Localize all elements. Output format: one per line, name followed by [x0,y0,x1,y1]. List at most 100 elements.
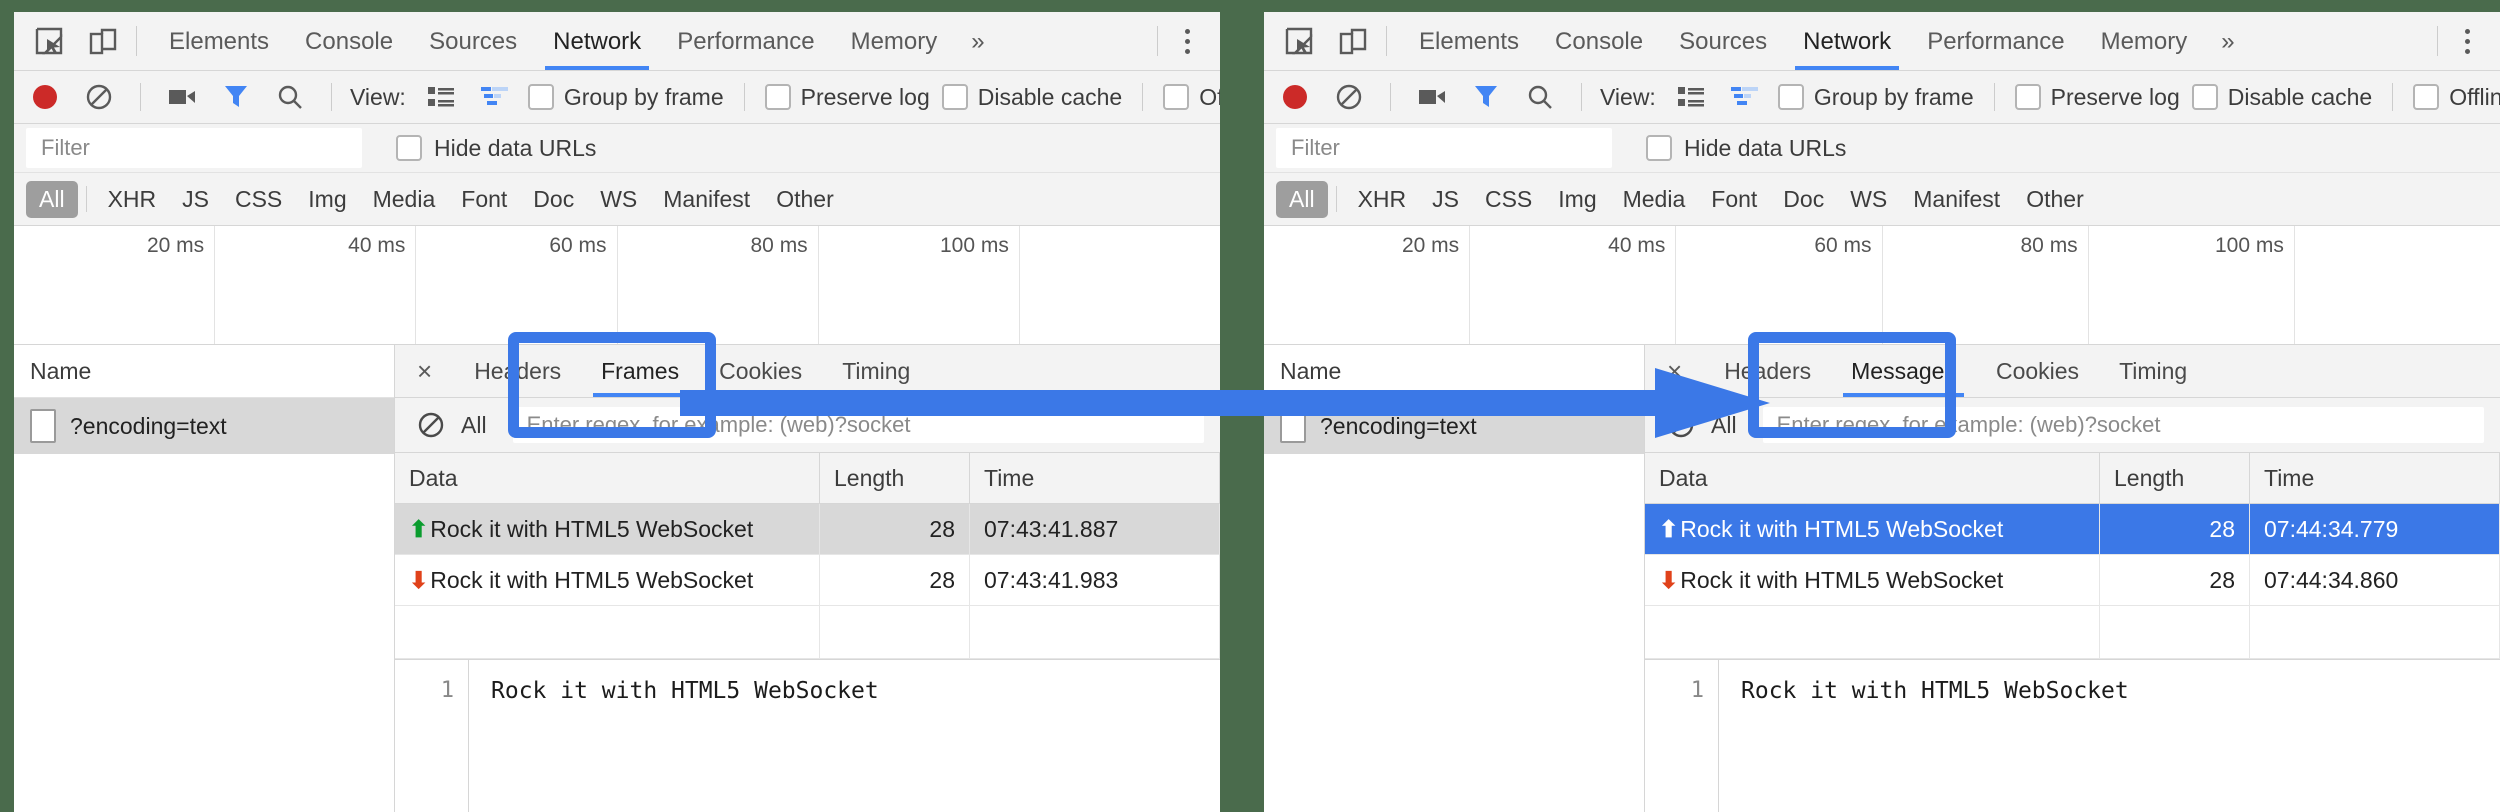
type-filter-all[interactable]: All [1276,181,1328,218]
devtools-tab-elements[interactable]: Elements [1401,13,1537,70]
table-row[interactable]: ⬇Rock it with HTML5 WebSocket 28 07:44:3… [1645,555,2500,606]
detail-tab-headers[interactable]: Headers [1704,346,1831,397]
type-filter-media[interactable]: Media [360,181,449,218]
group-by-frame-checkbox[interactable]: Group by frame [1778,84,1974,111]
column-header-length[interactable]: Length [2100,453,2250,504]
inspect-element-icon[interactable] [30,22,68,60]
record-icon[interactable] [1280,82,1310,112]
messages-regex-input[interactable]: Enter regex, for example: (web)?socket [513,407,1204,443]
offline-checkbox[interactable]: Offline [1163,84,1220,111]
type-filter-manifest[interactable]: Manifest [650,181,763,218]
checkbox-box[interactable] [1646,135,1672,161]
detail-tab-headers[interactable]: Headers [454,346,581,397]
preserve-log-checkbox[interactable]: Preserve log [765,84,930,111]
type-filter-doc[interactable]: Doc [520,181,587,218]
inspect-element-icon[interactable] [1280,22,1318,60]
close-icon[interactable]: × [1667,358,1682,384]
more-options-icon[interactable] [2452,29,2482,54]
table-row[interactable]: ⬆Rock it with HTML5 WebSocket 28 07:43:4… [395,504,1220,555]
type-filter-xhr[interactable]: XHR [95,181,170,218]
list-view-icon[interactable] [426,82,456,112]
device-toolbar-icon[interactable] [1334,22,1372,60]
devtools-tab-sources[interactable]: Sources [411,13,535,70]
type-filter-ws[interactable]: WS [587,181,650,218]
search-icon[interactable] [1525,82,1555,112]
clear-messages-icon[interactable] [417,411,445,439]
devtools-tab-sources[interactable]: Sources [1661,13,1785,70]
checkbox-box[interactable] [1778,84,1804,110]
type-filter-img[interactable]: Img [295,181,359,218]
devtools-tab-overflow-icon[interactable]: » [955,13,1000,70]
devtools-tab-performance[interactable]: Performance [1909,13,2082,70]
capture-screenshots-icon[interactable] [1417,82,1447,112]
type-filter-font[interactable]: Font [448,181,520,218]
filter-icon[interactable] [1471,82,1501,112]
checkbox-box[interactable] [2413,84,2439,110]
list-view-icon[interactable] [1676,82,1706,112]
type-filter-all[interactable]: All [26,181,78,218]
checkbox-box[interactable] [1163,84,1189,110]
checkbox-box[interactable] [528,84,554,110]
disable-cache-checkbox[interactable]: Disable cache [2192,84,2372,111]
messages-type-select[interactable]: All [461,412,487,439]
devtools-tab-console[interactable]: Console [1537,13,1661,70]
record-icon[interactable] [30,82,60,112]
type-filter-other[interactable]: Other [763,181,847,218]
type-filter-xhr[interactable]: XHR [1345,181,1420,218]
more-options-icon[interactable] [1172,29,1202,54]
clear-icon[interactable] [1334,82,1364,112]
checkbox-box[interactable] [396,135,422,161]
type-filter-css[interactable]: CSS [222,181,295,218]
type-filter-img[interactable]: Img [1545,181,1609,218]
hide-data-urls-checkbox[interactable]: Hide data URLs [396,135,596,162]
clear-messages-icon[interactable] [1667,411,1695,439]
waterfall-view-icon[interactable] [480,82,510,112]
type-filter-media[interactable]: Media [1610,181,1699,218]
detail-tab-timing[interactable]: Timing [2099,346,2207,397]
devtools-tab-network[interactable]: Network [1785,13,1909,70]
column-header-length[interactable]: Length [820,453,970,504]
devtools-tab-performance[interactable]: Performance [659,13,832,70]
device-toolbar-icon[interactable] [84,22,122,60]
devtools-tab-elements[interactable]: Elements [151,13,287,70]
messages-regex-input[interactable]: Enter regex, for example: (web)?socket [1763,407,2484,443]
detail-tab-cookies[interactable]: Cookies [699,346,822,397]
column-header-time[interactable]: Time [970,453,1220,504]
close-icon[interactable]: × [417,358,432,384]
column-header-time[interactable]: Time [2250,453,2500,504]
preserve-log-checkbox[interactable]: Preserve log [2015,84,2180,111]
request-row[interactable]: ?encoding=text [1264,398,1644,454]
disable-cache-checkbox[interactable]: Disable cache [942,84,1122,111]
type-filter-other[interactable]: Other [2013,181,2097,218]
filter-input[interactable]: Filter [1276,128,1612,168]
filter-icon[interactable] [221,82,251,112]
type-filter-css[interactable]: CSS [1472,181,1545,218]
checkbox-box[interactable] [942,84,968,110]
search-icon[interactable] [275,82,305,112]
request-row[interactable]: ?encoding=text [14,398,394,454]
devtools-tab-console[interactable]: Console [287,13,411,70]
group-by-frame-checkbox[interactable]: Group by frame [528,84,724,111]
checkbox-box[interactable] [2015,84,2041,110]
type-filter-doc[interactable]: Doc [1770,181,1837,218]
messages-type-select[interactable]: All [1711,412,1737,439]
type-filter-manifest[interactable]: Manifest [1900,181,2013,218]
waterfall-view-icon[interactable] [1730,82,1760,112]
checkbox-box[interactable] [765,84,791,110]
devtools-tab-memory[interactable]: Memory [833,13,956,70]
table-row[interactable]: ⬇Rock it with HTML5 WebSocket 28 07:43:4… [395,555,1220,606]
checkbox-box[interactable] [2192,84,2218,110]
offline-checkbox[interactable]: Offline [2413,84,2500,111]
capture-screenshots-icon[interactable] [167,82,197,112]
detail-tab-messages[interactable]: Messages [1831,346,1976,397]
column-header-data[interactable]: Data [1645,453,2100,504]
hide-data-urls-checkbox[interactable]: Hide data URLs [1646,135,1846,162]
clear-icon[interactable] [84,82,114,112]
type-filter-ws[interactable]: WS [1837,181,1900,218]
devtools-tab-network[interactable]: Network [535,13,659,70]
column-header-data[interactable]: Data [395,453,820,504]
detail-tab-timing[interactable]: Timing [822,346,930,397]
devtools-tab-memory[interactable]: Memory [2083,13,2206,70]
type-filter-js[interactable]: JS [1419,181,1472,218]
type-filter-js[interactable]: JS [169,181,222,218]
